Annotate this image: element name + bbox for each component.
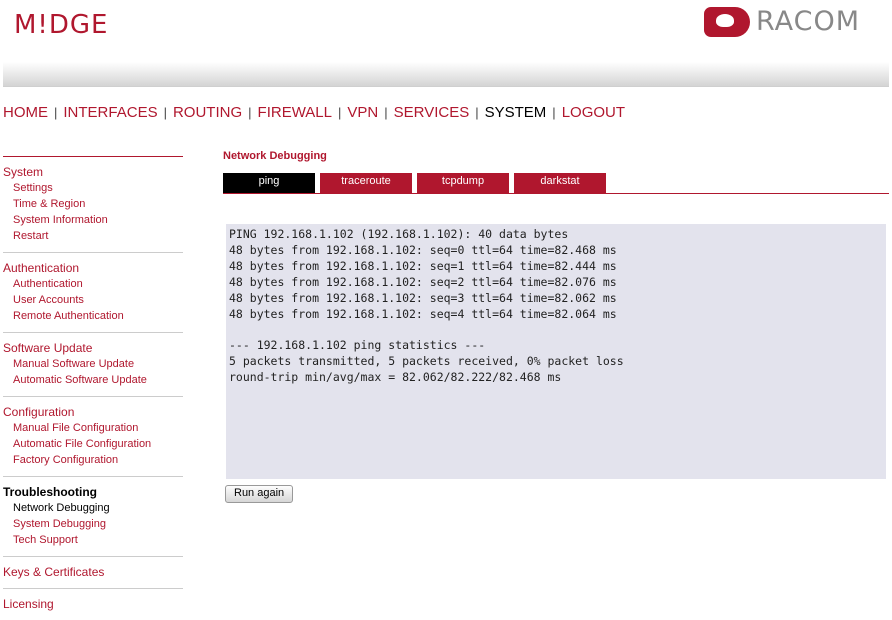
sidebar-group-troubleshooting: Troubleshooting Network Debugging System D… — [3, 477, 183, 557]
sidebar-item-network-debugging[interactable]: Network Debugging — [3, 500, 183, 516]
racom-logo-text: RACOM — [756, 6, 861, 37]
nav-home[interactable]: HOME — [3, 104, 48, 121]
sidebar-item-factory-configuration[interactable]: Factory Configuration — [3, 452, 183, 468]
nav-separator: | — [163, 105, 167, 120]
nav-separator: | — [475, 105, 479, 120]
racom-logo-icon — [704, 6, 750, 37]
sidebar-item-remote-authentication[interactable]: Remote Authentication — [3, 308, 183, 324]
output-line: PING 192.168.1.102 (192.168.1.102): 40 d… — [229, 227, 569, 241]
ping-output: PING 192.168.1.102 (192.168.1.102): 40 d… — [226, 224, 886, 479]
tab-darkstat[interactable]: darkstat — [514, 173, 606, 193]
sidebar-heading-troubleshooting[interactable]: Troubleshooting — [3, 484, 183, 500]
sidebar-item-automatic-file-configuration[interactable]: Automatic File Configuration — [3, 436, 183, 452]
nav-routing[interactable]: ROUTING — [173, 104, 242, 121]
sidebar-item-authentication[interactable]: Authentication — [3, 276, 183, 292]
sidebar-group-configuration: Configuration Manual File Configuration Au… — [3, 397, 183, 477]
sidebar-item-user-accounts[interactable]: User Accounts — [3, 292, 183, 308]
sidebar: System Settings Time & Region System Inform… — [3, 156, 183, 620]
page-title: Network Debugging — [223, 150, 327, 162]
sidebar-item-time-and-region[interactable]: Time & Region — [3, 196, 183, 212]
nav-separator: | — [54, 105, 58, 120]
nav-vpn[interactable]: VPN — [347, 104, 378, 121]
nav-separator: | — [248, 105, 252, 120]
sidebar-group-keys-and-certificates: Keys & Certificates — [3, 557, 183, 589]
output-line: --- 192.168.1.102 ping statistics --- — [229, 338, 486, 353]
sidebar-heading-licensing[interactable]: Licensing — [3, 596, 183, 612]
sidebar-heading-system[interactable]: System — [3, 164, 183, 180]
sidebar-item-system-debugging[interactable]: System Debugging — [3, 516, 183, 532]
nav-services[interactable]: SERVICES — [394, 104, 470, 121]
sidebar-heading-software-update[interactable]: Software Update — [3, 340, 183, 356]
output-line: 5 packets transmitted, 5 packets receive… — [229, 354, 624, 369]
output-line: 48 bytes from 192.168.1.102: seq=1 ttl=6… — [229, 258, 617, 273]
tab-traceroute[interactable]: traceroute — [320, 173, 412, 193]
midge-logo: M!DGE — [14, 10, 109, 40]
debug-tabs: ping traceroute tcpdump darkstat — [223, 173, 889, 194]
sidebar-item-manual-file-configuration[interactable]: Manual File Configuration — [3, 420, 183, 436]
sidebar-item-restart[interactable]: Restart — [3, 228, 183, 244]
output-line: 48 bytes from 192.168.1.102: seq=4 ttl=6… — [229, 306, 617, 321]
sidebar-item-manual-software-update[interactable]: Manual Software Update — [3, 356, 183, 372]
nav-system[interactable]: SYSTEM — [485, 104, 547, 121]
nav-separator: | — [384, 105, 388, 120]
tab-tcpdump[interactable]: tcpdump — [417, 173, 509, 193]
sidebar-group-system: System Settings Time & Region System Inform… — [3, 157, 183, 253]
header-band — [3, 62, 889, 87]
main-navigation: HOME | INTERFACES | ROUTING | FIREWALL | VPN | SER… — [3, 104, 625, 121]
sidebar-group-authentication: Authentication Authentication User Account… — [3, 253, 183, 333]
sidebar-heading-authentication[interactable]: Authentication — [3, 260, 183, 276]
sidebar-item-system-information[interactable]: System Information — [3, 212, 183, 228]
nav-separator: | — [338, 105, 342, 120]
sidebar-group-software-update: Software Update Manual Software Update Aut… — [3, 333, 183, 397]
sidebar-item-automatic-software-update[interactable]: Automatic Software Update — [3, 372, 183, 388]
output-line: round-trip min/avg/max = 82.062/82.222/8… — [229, 370, 562, 385]
sidebar-item-tech-support[interactable]: Tech Support — [3, 532, 183, 548]
sidebar-item-settings[interactable]: Settings — [3, 180, 183, 196]
tab-ping[interactable]: ping — [223, 173, 315, 193]
output-line: 48 bytes from 192.168.1.102: seq=2 ttl=6… — [229, 274, 617, 289]
nav-separator: | — [552, 105, 556, 120]
main-content: Network Debugging ping traceroute tcpdump d… — [223, 150, 889, 503]
sidebar-heading-configuration[interactable]: Configuration — [3, 404, 183, 420]
run-again-button[interactable]: Run again — [225, 485, 294, 503]
output-line: 48 bytes from 192.168.1.102: seq=0 ttl=6… — [229, 242, 617, 257]
output-line: 48 bytes from 192.168.1.102: seq=3 ttl=6… — [229, 290, 617, 305]
nav-interfaces[interactable]: INTERFACES — [63, 104, 157, 121]
nav-logout[interactable]: LOGOUT — [562, 104, 625, 121]
sidebar-heading-keys-and-certificates[interactable]: Keys & Certificates — [3, 564, 183, 580]
racom-logo: RACOM — [704, 6, 860, 37]
nav-firewall[interactable]: FIREWALL — [258, 104, 332, 121]
